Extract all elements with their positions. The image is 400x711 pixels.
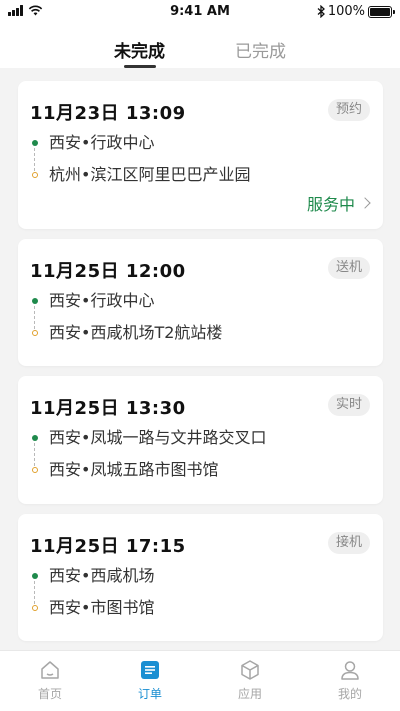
route: 西安•西咸机场 西安•市图书馆: [30, 563, 369, 627]
bottom-nav: 首页 订单 应用 我的: [0, 650, 400, 711]
order-type-badge: 预约: [327, 99, 370, 121]
end-location-text: 西安•市图书馆: [49, 598, 155, 617]
order-time: 11月25日 17:15: [30, 536, 186, 557]
nav-profile[interactable]: 我的: [300, 651, 400, 711]
order-type-badge: 接机: [327, 532, 370, 554]
order-time: 11月25日 13:30: [30, 398, 186, 419]
user-icon: [341, 661, 359, 680]
route-line: [34, 306, 35, 329]
route: 西安•行政中心 西安•西咸机场T2航站楼: [30, 288, 369, 352]
order-list: 11月23日 13:09 预约 西安•行政中心 杭州•滨江区阿里巴巴产业园 服务…: [18, 81, 383, 651]
status-bar: 9:41 AM 100%: [0, 0, 400, 24]
start-location: 西安•凤城一路与文井路交叉口: [32, 425, 369, 457]
start-location: 西安•行政中心: [32, 288, 369, 320]
order-icon: [141, 661, 159, 679]
start-location-text: 西安•行政中心: [49, 133, 155, 152]
route-line: [34, 443, 35, 466]
bluetooth-icon: [317, 5, 325, 18]
order-status-text: 服务中: [306, 195, 355, 214]
start-location-text: 西安•行政中心: [49, 291, 155, 310]
nav-label: 订单: [137, 687, 162, 701]
tab-label: 未完成: [114, 42, 165, 62]
start-location: 西安•行政中心: [32, 130, 369, 162]
battery-percent: 100%: [327, 4, 365, 19]
start-dot-icon: [32, 140, 38, 146]
tab-underline: [123, 65, 156, 68]
nav-orders[interactable]: 订单: [100, 651, 200, 711]
nav-label: 应用: [237, 687, 262, 701]
home-icon: [41, 661, 59, 679]
start-dot-icon: [32, 435, 38, 441]
end-location: 西安•西咸机场T2航站楼: [32, 320, 369, 352]
end-location-text: 杭州•滨江区阿里巴巴产业园: [49, 165, 251, 184]
end-location: 杭州•滨江区阿里巴巴产业园: [32, 162, 369, 194]
tab-completed[interactable]: 已完成: [235, 24, 286, 68]
cube-icon: [241, 660, 259, 680]
end-location-text: 西安•西咸机场T2航站楼: [49, 323, 223, 342]
end-location: 西安•市图书馆: [32, 595, 369, 627]
battery-icon: [368, 5, 395, 18]
start-location-text: 西安•凤城一路与文井路交叉口: [49, 428, 267, 447]
route-line: [34, 581, 35, 604]
tab-incomplete[interactable]: 未完成: [114, 24, 165, 68]
order-type-badge: 实时: [327, 394, 370, 416]
end-dot-icon: [32, 467, 38, 473]
order-card[interactable]: 11月25日 12:00 送机 西安•行政中心 西安•西咸机场T2航站楼: [18, 239, 383, 366]
nav-apps[interactable]: 应用: [200, 651, 300, 711]
order-status-link[interactable]: 服务中: [306, 191, 371, 215]
start-location-text: 西安•西咸机场: [49, 566, 155, 585]
nav-label: 我的: [337, 687, 362, 701]
status-right: 100%: [317, 4, 395, 19]
nav-home[interactable]: 首页: [0, 651, 100, 711]
order-time: 11月25日 12:00: [30, 261, 186, 282]
route: 西安•凤城一路与文井路交叉口 西安•凤城五路市图书馆: [30, 425, 369, 489]
end-dot-icon: [32, 172, 38, 178]
route: 西安•行政中心 杭州•滨江区阿里巴巴产业园: [30, 130, 369, 194]
end-location-text: 西安•凤城五路市图书馆: [49, 460, 219, 479]
order-card[interactable]: 11月23日 13:09 预约 西安•行政中心 杭州•滨江区阿里巴巴产业园 服务…: [18, 81, 383, 229]
route-line: [34, 148, 35, 171]
tab-label: 已完成: [235, 42, 286, 62]
order-time: 11月23日 13:09: [30, 103, 186, 124]
start-location: 西安•西咸机场: [32, 563, 369, 595]
end-dot-icon: [32, 330, 38, 336]
nav-label: 首页: [37, 687, 62, 701]
order-type-badge: 送机: [327, 257, 370, 279]
start-dot-icon: [32, 298, 38, 304]
end-dot-icon: [32, 605, 38, 611]
tab-header: 未完成 已完成: [0, 24, 400, 68]
battery-fill: [370, 7, 390, 16]
order-card[interactable]: 11月25日 17:15 接机 西安•西咸机场 西安•市图书馆: [18, 514, 383, 641]
end-location: 西安•凤城五路市图书馆: [32, 457, 369, 489]
order-card[interactable]: 11月25日 13:30 实时 西安•凤城一路与文井路交叉口 西安•凤城五路市图…: [18, 376, 383, 504]
chevron-right-icon: [359, 197, 371, 209]
start-dot-icon: [32, 573, 38, 579]
